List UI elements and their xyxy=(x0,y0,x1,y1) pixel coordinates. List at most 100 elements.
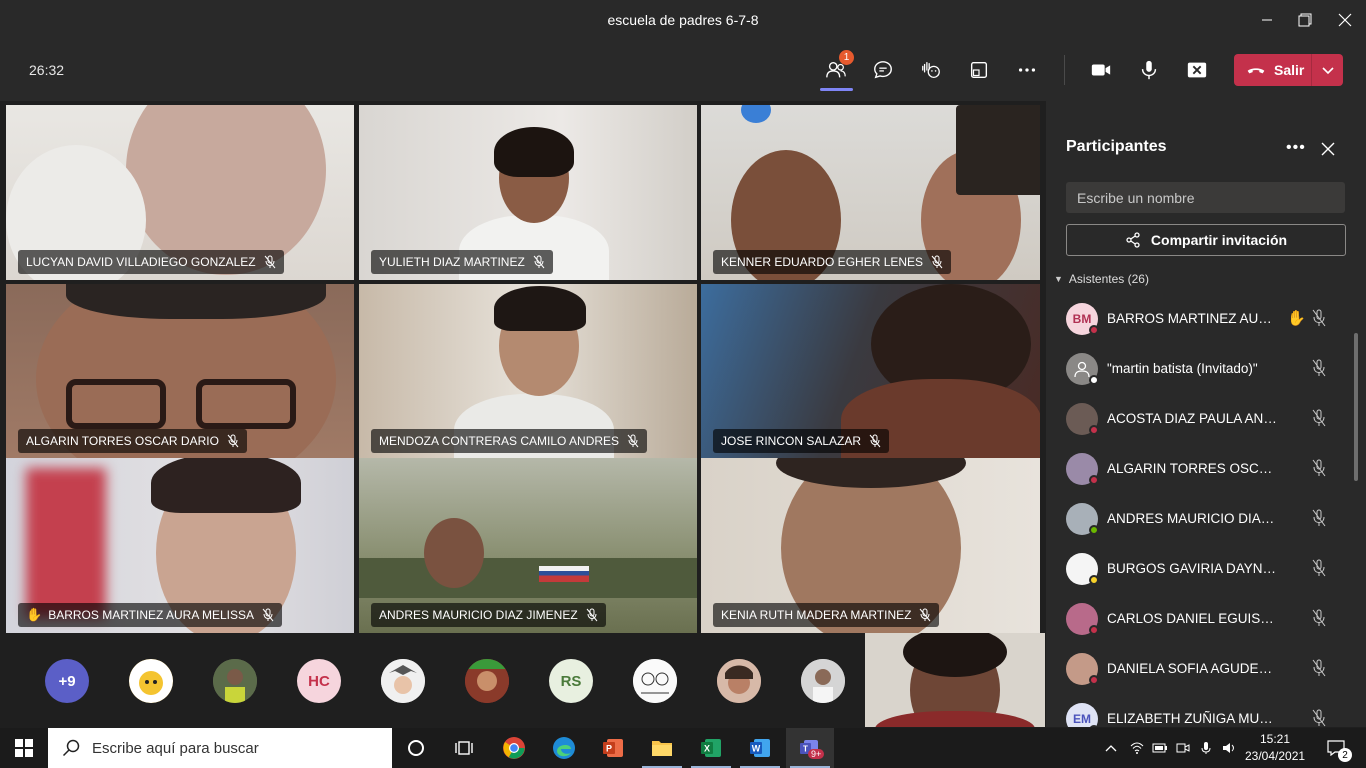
share-icon xyxy=(1126,232,1140,248)
list-item[interactable]: CARLOS DANIEL EGUIS DIAZ xyxy=(1046,594,1356,644)
avatar[interactable] xyxy=(213,659,257,703)
participant-name: ELIZABETH ZUÑIGA MULATO xyxy=(1107,711,1277,726)
volume-tray-icon[interactable] xyxy=(1218,728,1240,768)
list-item[interactable]: BURGOS GAVIRIA DAYNA PAT... xyxy=(1046,544,1356,594)
avatar[interactable] xyxy=(633,659,677,703)
powerpoint-app[interactable]: P xyxy=(589,728,637,768)
status-busy-icon xyxy=(1089,625,1099,635)
glasses-shape xyxy=(196,379,296,429)
attendees-section-toggle[interactable]: ▼ Asistentes (26) xyxy=(1054,272,1149,286)
microphone-button[interactable] xyxy=(1133,54,1165,86)
list-item[interactable]: DANIELA SOFIA AGUDELO M... xyxy=(1046,644,1356,694)
taskbar-search[interactable] xyxy=(48,728,392,768)
video-tile[interactable]: ALGARIN TORRES OSCAR DARIO xyxy=(6,284,354,459)
task-view-button[interactable] xyxy=(440,728,488,768)
avatar[interactable] xyxy=(129,659,173,703)
participant-list: BM BARROS MARTINEZ AUR... ✋ "martin bati… xyxy=(1046,294,1356,727)
mic-tray-icon[interactable] xyxy=(1195,728,1217,768)
chat-button[interactable] xyxy=(867,54,899,86)
avatar[interactable] xyxy=(801,659,845,703)
windows-taskbar: P X W T 9+ 15:21 23/04/2021 2 xyxy=(0,728,1366,768)
video-tile[interactable]: KENIA RUTH MADERA MARTINEZ xyxy=(701,458,1040,633)
toolbar-divider xyxy=(1064,55,1065,85)
chat-icon xyxy=(874,61,892,79)
wifi-icon xyxy=(1130,742,1144,754)
file-explorer-app[interactable] xyxy=(638,728,686,768)
avatar[interactable]: RS xyxy=(549,659,593,703)
restore-icon[interactable] xyxy=(1285,0,1325,40)
active-tab-indicator xyxy=(820,88,853,91)
start-button[interactable] xyxy=(0,728,48,768)
list-item[interactable]: "martin batista (Invitado)" xyxy=(1046,344,1356,394)
hair-shape xyxy=(494,127,574,177)
clock-time: 15:21 xyxy=(1259,732,1291,746)
participant-name: ALGARIN TORRES OSCAR DARIO xyxy=(26,434,219,448)
panel-scrollbar[interactable] xyxy=(1354,333,1358,481)
mic-off-icon xyxy=(1312,309,1326,327)
chrome-icon xyxy=(503,737,525,759)
share-content-button[interactable] xyxy=(1181,54,1213,86)
rooms-button[interactable] xyxy=(963,54,995,86)
list-item[interactable]: EM ELIZABETH ZUÑIGA MULATO xyxy=(1046,694,1356,727)
edge-app[interactable] xyxy=(540,728,588,768)
chrome-app[interactable] xyxy=(490,728,538,768)
person-shape xyxy=(875,711,1035,727)
status-busy-icon xyxy=(1089,425,1099,435)
participant-search-input[interactable] xyxy=(1066,182,1345,213)
participant-name: BURGOS GAVIRIA DAYNA PAT... xyxy=(1107,561,1277,576)
panel-close-icon[interactable] xyxy=(1318,139,1338,159)
video-tile[interactable]: KENNER EDUARDO EGHER LENES xyxy=(701,105,1040,280)
video-tile[interactable]: ✋ BARROS MARTINEZ AURA MELISSA xyxy=(6,458,354,633)
participant-name: JOSE RINCON SALAZAR xyxy=(721,434,862,448)
participants-button[interactable]: 1 xyxy=(820,50,854,86)
overflow-participants-button[interactable]: +9 xyxy=(45,659,89,703)
clock-date: 23/04/2021 xyxy=(1245,749,1306,763)
taskbar-search-input[interactable] xyxy=(92,739,372,757)
list-item[interactable]: ANDRES MAURICIO DIAZ JIM... xyxy=(1046,494,1356,544)
list-item[interactable]: ACOSTA DIAZ PAULA ANDREA xyxy=(1046,394,1356,444)
teams-app[interactable]: T 9+ xyxy=(786,728,834,768)
video-tile[interactable]: JOSE RINCON SALAZAR xyxy=(701,284,1040,459)
video-tile[interactable]: ANDRES MAURICIO DIAZ JIMENEZ xyxy=(359,458,697,633)
avatar[interactable] xyxy=(465,659,509,703)
participant-name-tag: ANDRES MAURICIO DIAZ JIMENEZ xyxy=(371,603,606,627)
status-away-icon xyxy=(1089,575,1099,585)
video-tile[interactable]: YULIETH DIAZ MARTINEZ xyxy=(359,105,697,280)
mic-off-icon xyxy=(262,608,274,622)
leave-button[interactable]: Salir xyxy=(1234,54,1343,86)
person-shape xyxy=(424,518,484,588)
share-invite-button[interactable]: Compartir invitación xyxy=(1066,224,1346,256)
list-item[interactable]: BM BARROS MARTINEZ AUR... ✋ xyxy=(1046,294,1356,344)
microphone-icon xyxy=(1141,60,1157,80)
camera-button[interactable] xyxy=(1085,54,1117,86)
battery-tray-icon[interactable] xyxy=(1149,728,1171,768)
video-tile[interactable]: LUCYAN DAVID VILLADIEGO GONZALEZ xyxy=(6,105,354,280)
raise-hand-icon xyxy=(922,62,940,78)
panel-title: Participantes xyxy=(1066,138,1167,155)
reactions-button[interactable] xyxy=(915,54,947,86)
minimize-icon[interactable] xyxy=(1247,0,1287,40)
meet-now-tray-icon[interactable] xyxy=(1172,728,1194,768)
list-item[interactable]: ALGARIN TORRES OSCAR DA... xyxy=(1046,444,1356,494)
hair-shape xyxy=(151,458,301,513)
close-icon[interactable] xyxy=(1325,0,1365,40)
self-view-video[interactable] xyxy=(865,633,1045,727)
panel-more-icon[interactable]: ••• xyxy=(1286,139,1306,157)
cortana-icon xyxy=(408,740,424,756)
show-hidden-icons-button[interactable] xyxy=(1100,728,1122,768)
avatar[interactable] xyxy=(381,659,425,703)
avatar[interactable] xyxy=(717,659,761,703)
stop-sharing-icon xyxy=(1187,62,1207,78)
more-actions-button[interactable] xyxy=(1011,54,1043,86)
notifications-button[interactable]: 2 xyxy=(1318,728,1354,768)
glasses-shape xyxy=(66,379,166,429)
avatar[interactable]: HC xyxy=(297,659,341,703)
excel-app[interactable]: X xyxy=(687,728,735,768)
leave-options-button[interactable] xyxy=(1311,54,1343,86)
network-tray-icon[interactable] xyxy=(1126,728,1148,768)
taskbar-clock[interactable]: 15:21 23/04/2021 xyxy=(1245,731,1305,765)
mic-off-icon xyxy=(1312,659,1326,677)
cortana-button[interactable] xyxy=(392,728,440,768)
word-app[interactable]: W xyxy=(736,728,784,768)
video-tile[interactable]: MENDOZA CONTRERAS CAMILO ANDRES xyxy=(359,284,697,459)
